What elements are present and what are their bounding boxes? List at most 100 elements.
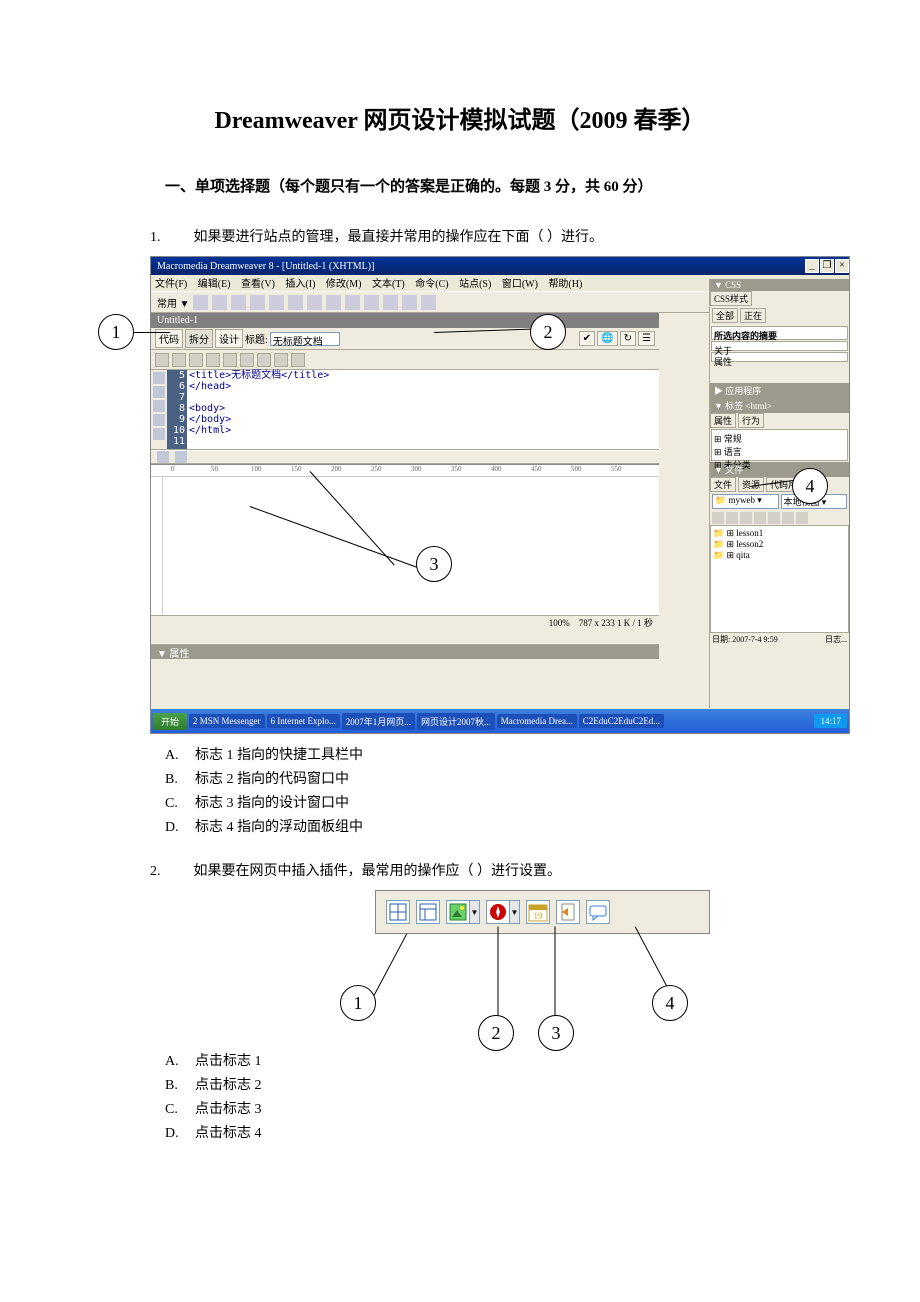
zoom-value[interactable]: 100% [549,618,570,628]
put-icon[interactable] [754,512,766,524]
anchor-icon[interactable] [231,295,246,310]
browser-preview-icon[interactable]: 🌐 [597,331,617,346]
templates-icon[interactable] [421,295,436,310]
menu-insert[interactable]: 插入(I) [285,279,315,290]
comment-icon[interactable] [586,900,610,924]
system-tray[interactable]: 14:17 [814,714,847,728]
tag-tree[interactable]: ⊞ 常规 ⊞ 语言 ⊞ 未分类 [711,429,848,461]
menu-text[interactable]: 文本(T) [372,279,405,290]
site-select[interactable]: 📁 myweb ▾ [712,494,779,509]
date-icon[interactable]: 19 [526,900,550,924]
design-pane[interactable]: 050100150200250300350400450500550 100% 7… [151,464,659,629]
folder-lesson2[interactable]: ⊞ lesson2 [713,539,846,550]
date-icon[interactable] [326,295,341,310]
code-tool-icon[interactable] [153,414,165,426]
connect-icon[interactable] [712,512,724,524]
split-icon[interactable] [157,451,169,463]
media-dropdown[interactable]: ▼ [510,900,520,924]
code-tool-icon[interactable] [153,400,165,412]
hyperlink-icon[interactable] [193,295,208,310]
maximize-button[interactable]: ❐ [820,259,834,273]
include-icon[interactable] [556,900,580,924]
taskbar-item[interactable]: 网页设计2007秋... [417,713,495,730]
properties-panel[interactable]: ▼ 属性 [151,644,659,708]
menu-view[interactable]: 查看(V) [241,279,275,290]
menu-help[interactable]: 帮助(H) [548,279,582,290]
css-panel-header[interactable]: ▼ CSS [710,279,849,291]
file-tree[interactable]: ⊞ lesson1 ⊞ lesson2 ⊞ qita [710,525,849,633]
css-all-tab[interactable]: 全部 [712,308,738,323]
taskbar-item[interactable]: 6 Internet Explo... [267,714,340,728]
comment-icon[interactable] [364,295,379,310]
code-tool-icon[interactable] [153,372,165,384]
taskbar-item[interactable]: 2007年1月网页... [342,713,415,730]
paste-icon[interactable] [257,353,271,367]
menu-site[interactable]: 站点(S) [459,279,491,290]
image-icon[interactable] [446,900,470,924]
folder-qita[interactable]: ⊞ qita [713,550,846,561]
title-input[interactable]: 无标题文档 [270,332,340,346]
code-tool-icon[interactable] [153,428,165,440]
taskbar-item[interactable]: Macromedia Drea... [497,714,577,728]
document-tab[interactable]: Untitled-1 [151,313,659,328]
saveall-icon[interactable] [206,353,220,367]
image-icon[interactable] [288,295,303,310]
behavior-tab[interactable]: 行为 [738,413,764,428]
validate-icon[interactable]: ✔ [579,331,595,346]
code-tool-icon[interactable] [153,386,165,398]
open-icon[interactable] [172,353,186,367]
head-icon[interactable] [383,295,398,310]
table-icon[interactable] [250,295,265,310]
insertbar-category[interactable]: 常用 ▼ [157,295,189,310]
div-icon[interactable] [269,295,284,310]
new-icon[interactable] [155,353,169,367]
undo-icon[interactable] [274,353,288,367]
attr-tab[interactable]: 属性 [710,413,736,428]
checkout-icon[interactable] [768,512,780,524]
save-icon[interactable] [189,353,203,367]
copy-icon[interactable] [240,353,254,367]
refresh-icon[interactable]: ↻ [620,331,636,346]
taskbar-item[interactable]: 2 MSN Messenger [189,714,265,728]
menu-modify[interactable]: 修改(M) [326,279,362,290]
redo-icon[interactable] [291,353,305,367]
tag-panel-header[interactable]: ▼ 标签 <html> [710,398,849,413]
callout-1: 1 [98,314,134,350]
get-icon[interactable] [740,512,752,524]
app-panel-header[interactable]: ▶ 应用程序 [710,383,849,398]
folder-lesson1[interactable]: ⊞ lesson1 [713,528,846,539]
menu-command[interactable]: 命令(C) [415,279,448,290]
files-log[interactable]: 日志... [825,634,847,645]
media-icon[interactable] [307,295,322,310]
files-tab[interactable]: 文件 [710,477,736,492]
email-link-icon[interactable] [212,295,227,310]
close-button[interactable]: × [835,259,849,273]
code-pane[interactable]: 567891011 <title>无标题文档</title> </head> <… [151,370,659,450]
script-icon[interactable] [402,295,417,310]
properties-header[interactable]: ▼ 属性 [151,645,659,659]
expand-icon[interactable] [796,512,808,524]
checkin-icon[interactable] [782,512,794,524]
design-view-button[interactable]: 设计 [215,329,243,348]
document-title: Dreamweaver 网页设计模拟试题（2009 春季） [95,100,825,135]
view-options-icon[interactable]: ☰ [638,331,655,346]
split-view-button[interactable]: 拆分 [185,329,213,348]
cut-icon[interactable] [223,353,237,367]
css-styles-tab[interactable]: CSS样式 [710,291,752,306]
code-text[interactable]: <title>无标题文档</title> </head> <body> </bo… [189,370,659,436]
start-button[interactable]: 开始 [153,713,187,730]
image-dropdown[interactable]: ▼ [470,900,480,924]
css-current-tab[interactable]: 正在 [740,308,766,323]
minimize-button[interactable]: _ [805,259,819,273]
files-panel-header[interactable]: ▼ 文件 [710,462,849,477]
menu-file[interactable]: 文件(F) [155,279,187,290]
split-icon[interactable] [175,451,187,463]
menu-edit[interactable]: 编辑(E) [198,279,231,290]
server-include-icon[interactable] [345,295,360,310]
refresh-files-icon[interactable] [726,512,738,524]
taskbar-item[interactable]: C2EduC2EduC2Ed... [579,714,664,728]
layout-icon[interactable] [416,900,440,924]
media-icon[interactable] [486,900,510,924]
table-icon[interactable] [386,900,410,924]
menu-window[interactable]: 窗口(W) [502,279,538,290]
